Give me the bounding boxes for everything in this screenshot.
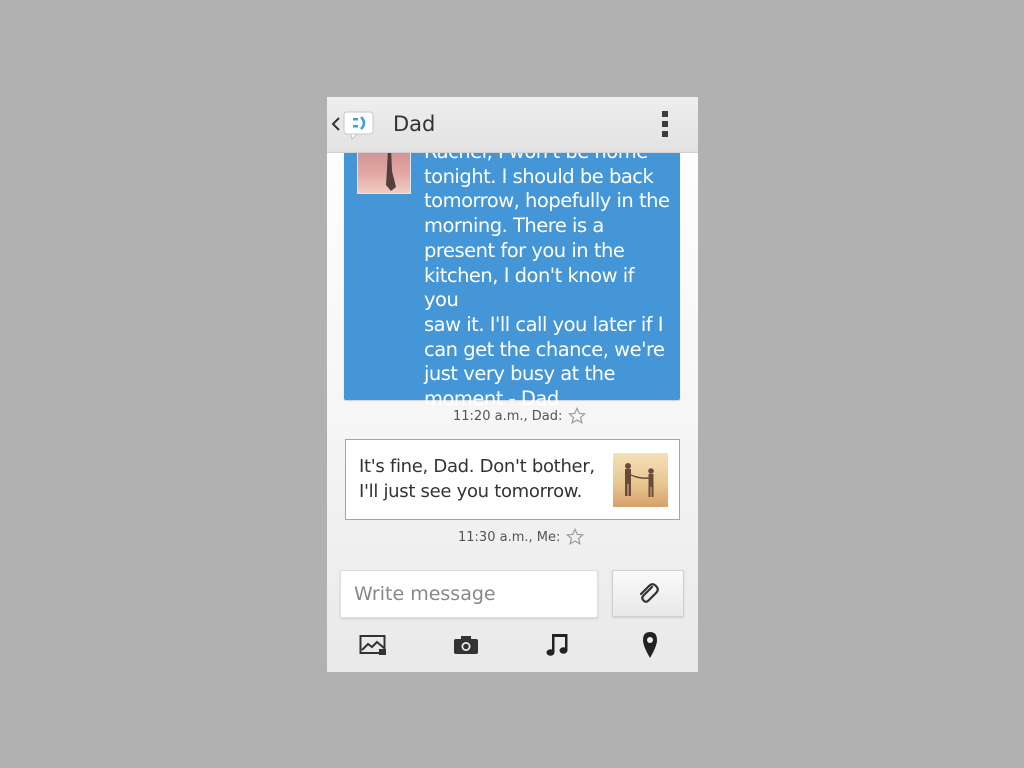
location-pin-icon: [643, 632, 657, 658]
incoming-message-text: Rachel, I won't be home tonight. I shoul…: [424, 140, 670, 411]
camera-icon: [454, 636, 478, 654]
camera-button[interactable]: [446, 628, 486, 662]
outgoing-message-bubble[interactable]: It's fine, Dad. Don't bother, I'll just …: [345, 439, 680, 520]
music-icon: [546, 634, 568, 656]
star-icon[interactable]: [568, 407, 587, 425]
messaging-app-icon[interactable]: [341, 109, 377, 141]
outgoing-message-text: It's fine, Dad. Don't bother, I'll just …: [359, 456, 595, 502]
message-timestamp: 11:20 a.m., Dad:: [453, 408, 563, 424]
messaging-screen: Dad Rachel, I won't be home to: [327, 97, 698, 672]
music-button[interactable]: [538, 628, 578, 662]
incoming-message-bubble[interactable]: Rachel, I won't be home tonight. I shoul…: [344, 138, 680, 410]
attach-button[interactable]: [612, 570, 684, 617]
chevron-left-icon[interactable]: [331, 116, 341, 132]
my-avatar: [613, 453, 668, 507]
gallery-button[interactable]: [353, 628, 393, 662]
conversation-header: Dad: [327, 97, 698, 153]
paperclip-icon: [639, 582, 659, 603]
message-meta: 11:20 a.m., Dad:: [453, 407, 587, 425]
overflow-menu-icon[interactable]: [661, 111, 669, 139]
write-message-input[interactable]: [340, 570, 598, 618]
gallery-icon: [359, 635, 386, 655]
message-timestamp: 11:30 a.m., Me:: [458, 529, 561, 545]
message-meta: 11:30 a.m., Me:: [458, 528, 585, 546]
star-icon[interactable]: [566, 528, 585, 546]
location-button[interactable]: [630, 628, 670, 662]
conversation-title: Dad: [393, 112, 436, 136]
